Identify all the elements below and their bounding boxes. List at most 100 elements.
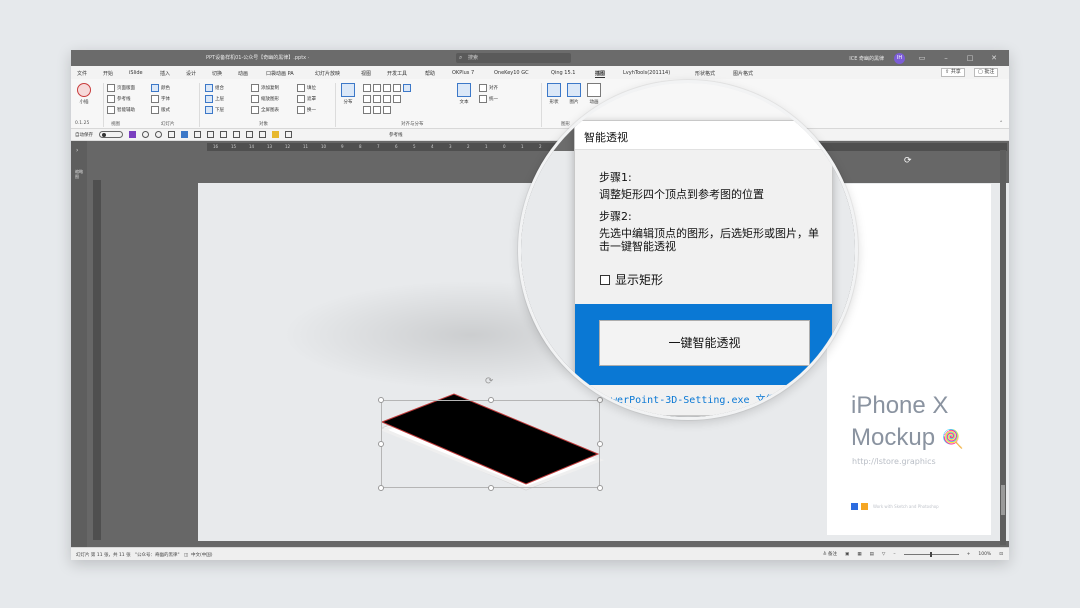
resize-handle[interactable]	[488, 485, 494, 491]
comment-button[interactable]: ▢ 批注	[974, 68, 999, 77]
scrollbar-thumb[interactable]	[1001, 485, 1005, 515]
tab-shape-format[interactable]: 形状格式	[695, 70, 715, 77]
tab-insert[interactable]: 插入	[160, 70, 170, 77]
tab-picture-format[interactable]: 图片格式	[733, 70, 753, 77]
tab-pocket-animation[interactable]: 口袋动画 PA	[266, 70, 294, 77]
share-button[interactable]: ⇪ 共享	[941, 68, 965, 77]
format-icon[interactable]	[207, 131, 214, 138]
ribbon-item-align[interactable]: 对齐	[479, 84, 498, 92]
tab-slideshow[interactable]: 幻灯片放映	[315, 70, 340, 77]
ribbon-align-row-2[interactable]	[363, 95, 401, 103]
zoom-slider[interactable]	[903, 551, 959, 557]
ribbon-item-layout[interactable]: 版式	[151, 106, 170, 114]
ribbon-item-group[interactable]: 组合	[205, 84, 224, 92]
save-icon[interactable]	[129, 131, 136, 138]
notes-button[interactable]: ≜ 备注	[823, 551, 837, 557]
ribbon-big-button-1[interactable]: 小插	[77, 83, 91, 105]
maximize-icon[interactable]: □	[963, 54, 977, 62]
step1-label: 步骤1:	[599, 171, 632, 184]
tab-qing[interactable]: Qing 15.1	[551, 70, 575, 76]
present-icon[interactable]	[181, 131, 188, 138]
tab-help[interactable]: 帮助	[425, 70, 435, 77]
tab-onekey[interactable]: OneKey10 GC	[494, 70, 529, 76]
tab-design[interactable]: 设计	[186, 70, 196, 77]
zoom-out-icon[interactable]: –	[893, 552, 895, 557]
accessibility-icon[interactable]: ◫	[184, 553, 188, 558]
autosave-toggle[interactable]	[99, 131, 123, 138]
ribbon-item-copy[interactable]: 添加复制	[251, 84, 279, 92]
language[interactable]: 中文(中国)	[191, 553, 213, 558]
tab-file[interactable]: 文件	[77, 70, 87, 77]
ribbon-align-row-3[interactable]	[363, 106, 391, 114]
checkbox-box[interactable]	[600, 274, 610, 285]
expand-pane-icon[interactable]: ›	[76, 147, 78, 154]
ribbon-item-fullscreen[interactable]: 全屏图表	[251, 106, 279, 114]
vertical-scrollbar[interactable]	[1000, 150, 1006, 545]
slideshow-view-icon[interactable]: ▽	[882, 552, 885, 557]
shape-insert-icon[interactable]	[194, 131, 201, 138]
ribbon-align-row-1[interactable]	[363, 84, 411, 92]
close-icon[interactable]: ✕	[987, 54, 1001, 62]
search-box[interactable]: ⌕ 搜索	[456, 53, 571, 63]
tab-lvyhtools[interactable]: LvyhTools(201114)	[623, 70, 670, 76]
lock-qat-icon[interactable]	[285, 131, 292, 138]
minimize-icon[interactable]: –	[939, 54, 953, 62]
resize-handle[interactable]	[597, 485, 603, 491]
fit-slide-icon[interactable]: ⊡	[999, 552, 1003, 557]
tab-islide[interactable]: iSlide	[129, 70, 143, 76]
tab-okplus[interactable]: OKPlus 7	[452, 70, 474, 76]
thumbnail-pane-label: 缩略图	[75, 169, 83, 179]
align-qat-icon[interactable]	[220, 131, 227, 138]
ribbon-item-mask[interactable]: 遮罩	[297, 95, 316, 103]
tab-developer[interactable]: 开发工具	[387, 70, 407, 77]
ribbon-item-distribute[interactable]: 分布	[341, 83, 355, 105]
resize-handle[interactable]	[488, 397, 494, 403]
ribbon-item-guides[interactable]: 参考线	[107, 95, 131, 103]
ribbon-item-scale[interactable]: 缩放图形	[251, 95, 279, 103]
ribbon-display-icon[interactable]: ▭	[915, 54, 929, 62]
zoom-level[interactable]: 100%	[978, 552, 991, 557]
fill-qat-icon[interactable]	[272, 131, 279, 138]
undo-icon[interactable]	[142, 131, 149, 138]
tab-transitions[interactable]: 切换	[212, 70, 222, 77]
redo-icon[interactable]	[155, 131, 162, 138]
tab-illustration[interactable]: 插图	[595, 70, 606, 78]
show-rectangle-checkbox[interactable]: 显示矩形	[600, 271, 663, 288]
zoom-in-icon[interactable]: +	[967, 552, 971, 557]
ribbon-item-smart[interactable]: 智能辅助	[107, 106, 135, 114]
comment-label: 批注	[984, 69, 995, 75]
group-qat-icon[interactable]	[246, 131, 253, 138]
ribbon-item-page[interactable]: 页面版面	[107, 84, 135, 92]
resize-handle[interactable]	[597, 441, 603, 447]
grid-icon	[373, 106, 381, 114]
resize-handle[interactable]	[378, 441, 384, 447]
ribbon-item-send-down[interactable]: 下层	[205, 106, 224, 114]
collapse-ribbon-icon[interactable]: ⌃	[999, 121, 1003, 126]
tab-view[interactable]: 视图	[361, 70, 371, 77]
ribbon-item-font[interactable]: 字体	[151, 95, 170, 103]
ribbon-item-bring-up[interactable]: 上层	[205, 95, 224, 103]
ribbon-item-text[interactable]: 文本	[457, 83, 471, 105]
tab-animations[interactable]: 动画	[238, 70, 248, 77]
resize-handle[interactable]	[378, 485, 384, 491]
ribbon-item-color[interactable]: 颜色	[151, 84, 170, 92]
group-label-arrange: 对齐与分布	[401, 122, 424, 127]
print-icon[interactable]	[168, 131, 175, 138]
grid-qat-icon[interactable]	[259, 131, 266, 138]
sorter-view-icon[interactable]: ▦	[857, 552, 861, 557]
image-rotate-icon[interactable]: ⟳	[904, 156, 912, 166]
reading-view-icon[interactable]: ▤	[870, 552, 874, 557]
close-icon[interactable]: ✕	[811, 125, 824, 143]
resize-handle[interactable]	[378, 397, 384, 403]
ribbon-item-unify[interactable]: 统一	[479, 95, 498, 103]
ribbon-item-fill[interactable]: 填位	[297, 84, 316, 92]
arrange-qat-icon[interactable]	[233, 131, 240, 138]
user-name[interactable]: ICE 奇幽的黑律	[849, 55, 884, 62]
avatar[interactable]: IH	[894, 52, 905, 64]
tab-home[interactable]: 开始	[103, 70, 113, 77]
smart-perspective-button[interactable]: 一键智能透视	[599, 320, 810, 366]
ribbon-item-swap[interactable]: 换一	[297, 106, 316, 114]
rotate-handle-icon[interactable]: ⟳	[485, 376, 493, 387]
normal-view-icon[interactable]: ▣	[845, 552, 849, 557]
guide-checkbox-label[interactable]: 参考线	[389, 132, 403, 138]
